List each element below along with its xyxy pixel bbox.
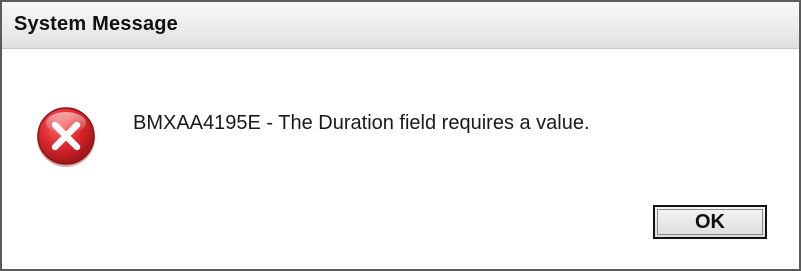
dialog-titlebar: System Message <box>2 2 799 49</box>
dialog-title: System Message <box>14 13 179 35</box>
ok-button[interactable]: OK <box>653 205 767 239</box>
system-message-dialog: System Message BMXAA4195E - The Duration… <box>0 0 801 271</box>
dialog-message: BMXAA4195E - The Duration field requires… <box>133 112 590 134</box>
error-icon <box>34 105 98 169</box>
